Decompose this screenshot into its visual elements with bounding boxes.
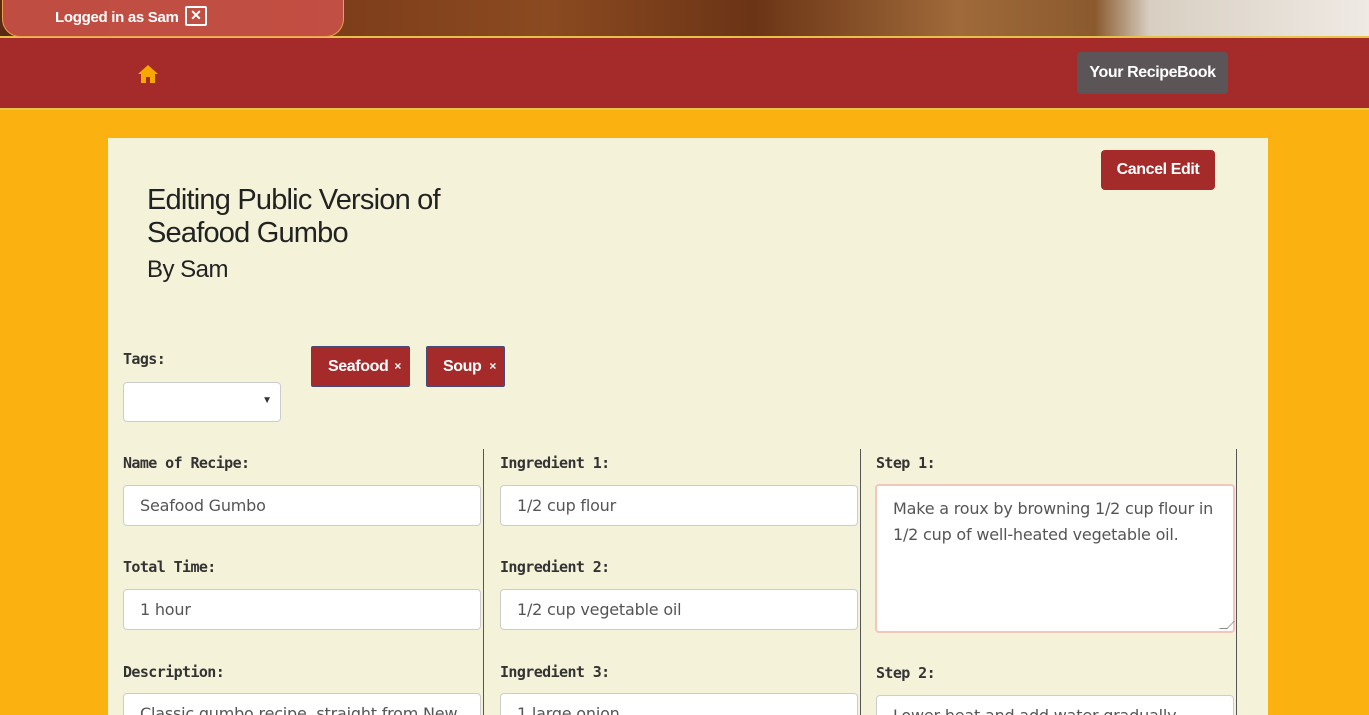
- recipe-name-label: Name of Recipe:: [123, 454, 250, 472]
- tag-soup[interactable]: Soup ×: [426, 346, 505, 387]
- tag-label: Soup: [443, 358, 482, 375]
- total-time-label: Total Time:: [123, 558, 216, 576]
- page-title: Editing Public Version of Seafood Gumbo: [147, 184, 441, 250]
- page-title-line1: Editing Public Version of: [147, 184, 441, 216]
- step-2-label: Step 2:: [876, 664, 936, 682]
- step-2-input[interactable]: Lower heat and add water gradually: [876, 695, 1234, 715]
- description-label: Description:: [123, 663, 225, 681]
- edit-recipe-card: Cancel Edit Editing Public Version of Se…: [108, 138, 1268, 715]
- tag-label: Seafood: [328, 358, 389, 375]
- tags-label: Tags:: [123, 350, 166, 368]
- navbar: Your RecipeBook: [0, 38, 1369, 110]
- total-time-input[interactable]: 1 hour: [123, 589, 481, 630]
- ingredient-2-label: Ingredient 2:: [500, 558, 610, 576]
- recipe-name-input[interactable]: Seafood Gumbo: [123, 485, 481, 526]
- tag-seafood[interactable]: Seafood ×: [311, 346, 410, 387]
- remove-tag-icon[interactable]: ×: [394, 347, 401, 386]
- tags-select[interactable]: ▼: [123, 382, 281, 422]
- login-status: Logged in as Sam ✕: [2, 0, 344, 37]
- column-divider: [1236, 449, 1237, 715]
- logged-in-label: Logged in as Sam: [55, 9, 179, 26]
- ingredient-1-input[interactable]: 1/2 cup flour: [500, 485, 858, 526]
- cancel-edit-button[interactable]: Cancel Edit: [1101, 150, 1215, 190]
- ingredient-3-label: Ingredient 3:: [500, 663, 610, 681]
- ingredient-3-input[interactable]: 1 large onion: [500, 693, 858, 715]
- column-divider: [860, 449, 861, 715]
- description-input[interactable]: Classic gumbo recipe, straight from New: [123, 693, 481, 715]
- home-icon[interactable]: [137, 64, 159, 84]
- page-title-line2: Seafood Gumbo: [147, 217, 349, 249]
- resize-handle-icon[interactable]: [1219, 621, 1235, 629]
- close-icon[interactable]: ✕: [185, 6, 207, 26]
- author-byline: By Sam: [147, 256, 229, 283]
- ingredient-1-label: Ingredient 1:: [500, 454, 610, 472]
- your-recipebook-button[interactable]: Your RecipeBook: [1077, 52, 1228, 94]
- step-1-textarea[interactable]: Make a roux by browning 1/2 cup flour in…: [875, 484, 1235, 633]
- step-1-label: Step 1:: [876, 454, 936, 472]
- column-divider: [483, 449, 484, 715]
- remove-tag-icon[interactable]: ×: [489, 347, 496, 386]
- ingredient-2-input[interactable]: 1/2 cup vegetable oil: [500, 589, 858, 630]
- step-1-text: Make a roux by browning 1/2 cup flour in…: [893, 499, 1214, 544]
- header-banner: Logged in as Sam ✕: [0, 0, 1369, 38]
- chevron-down-icon: ▼: [262, 395, 272, 406]
